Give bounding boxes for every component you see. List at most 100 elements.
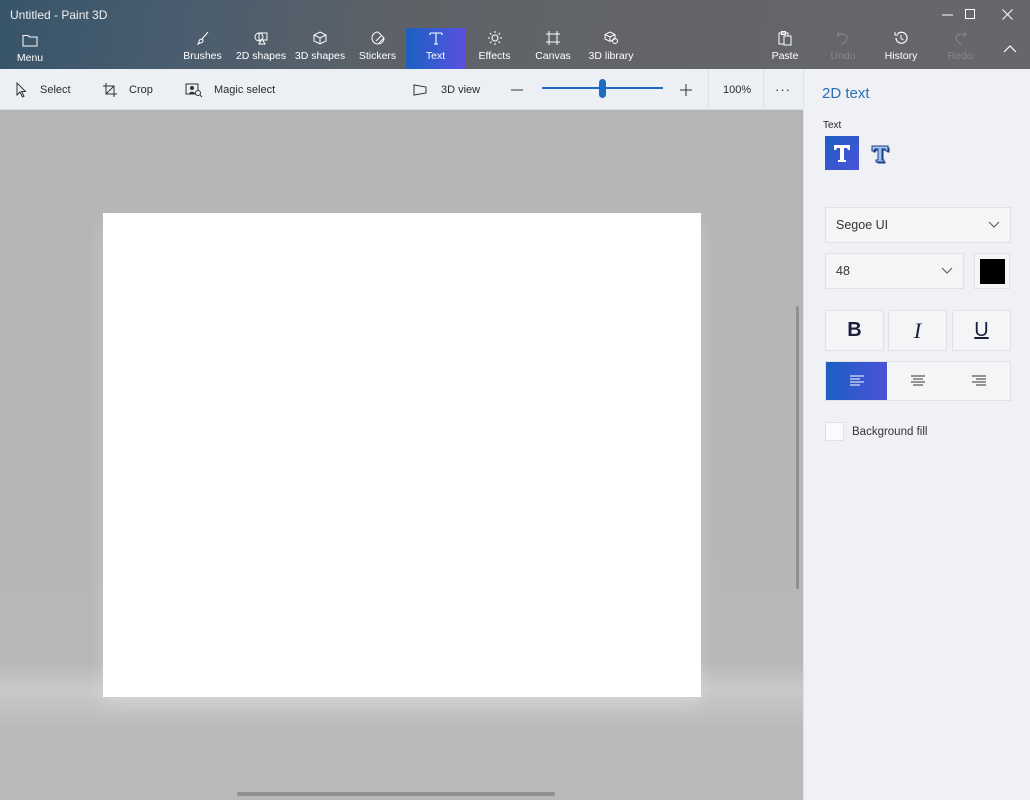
- italic-icon: I: [913, 317, 922, 343]
- tab-effects[interactable]: Effects: [472, 28, 517, 69]
- underline-icon: U: [974, 319, 989, 341]
- tab-canvas[interactable]: Canvas: [531, 28, 575, 69]
- text-section-label: Text: [823, 120, 842, 131]
- tab-3d-library-label: 3D library: [588, 50, 634, 62]
- bold-button[interactable]: B: [825, 310, 884, 351]
- 3d-text-style-button[interactable]: [863, 136, 897, 170]
- minus-icon: [511, 89, 523, 90]
- text-color-picker[interactable]: [974, 253, 1010, 289]
- plus-icon: [680, 83, 692, 96]
- folder-icon: [22, 35, 38, 47]
- history-icon: [894, 31, 908, 44]
- tab-3d-library[interactable]: 3D library: [585, 28, 637, 69]
- vertical-scrollbar[interactable]: [796, 306, 799, 589]
- collapse-ribbon-button[interactable]: [996, 28, 1024, 69]
- align-right-icon: [972, 375, 987, 386]
- align-center-icon: [910, 375, 925, 386]
- 3d-view-toggle[interactable]: 3D view: [409, 69, 480, 110]
- tab-brushes-label: Brushes: [183, 50, 222, 62]
- tab-2d-shapes-label: 2D shapes: [235, 50, 287, 62]
- maximize-icon: [964, 8, 975, 19]
- tab-3d-shapes-label: 3D shapes: [294, 50, 346, 62]
- menu-label: Menu: [16, 52, 44, 64]
- chevron-up-icon: [1003, 44, 1017, 52]
- redo-icon: [955, 31, 967, 45]
- zoom-slider-thumb[interactable]: [599, 79, 606, 98]
- zoom-in-button[interactable]: [678, 69, 694, 110]
- divider: [708, 69, 709, 110]
- background-fill-label: Background fill: [852, 425, 928, 438]
- side-panel: 2D text Text Segoe UI 48 B I U Backgroun…: [803, 69, 1030, 800]
- tab-2d-shapes[interactable]: 2D shapes: [232, 28, 290, 69]
- history-label: History: [884, 50, 918, 62]
- drawing-canvas[interactable]: [103, 213, 701, 697]
- font-size-value: 48: [836, 264, 850, 278]
- alignment-group: [825, 361, 1011, 401]
- 3d-view-icon: [413, 83, 427, 96]
- font-family-value: Segoe UI: [836, 218, 889, 232]
- zoom-level: 100%: [723, 83, 752, 96]
- more-options-button[interactable]: ···: [775, 69, 791, 110]
- redo-label: Redo: [947, 50, 973, 62]
- window-title: Untitled - Paint 3D: [10, 8, 108, 22]
- tool-strip: Select Crop Magic select 3D view 100% ··…: [0, 69, 803, 110]
- close-button[interactable]: [984, 0, 1030, 28]
- italic-button[interactable]: I: [888, 310, 947, 351]
- 3d-view-label: 3D view: [441, 83, 481, 96]
- align-right-button[interactable]: [949, 362, 1010, 400]
- select-label: Select: [40, 83, 71, 96]
- canvas-icon: [546, 31, 560, 45]
- 2d-text-style-button[interactable]: [825, 136, 859, 170]
- tab-brushes[interactable]: Brushes: [178, 28, 227, 69]
- magic-select-tool[interactable]: Magic select: [183, 69, 275, 110]
- paste-button[interactable]: Paste: [766, 28, 804, 69]
- magic-select-icon: [185, 83, 203, 97]
- redo-button[interactable]: Redo: [941, 28, 979, 69]
- tab-3d-shapes[interactable]: 3D shapes: [292, 28, 348, 69]
- divider: [763, 69, 764, 110]
- sticker-icon: [371, 31, 385, 45]
- title-and-ribbon-bar: Untitled - Paint 3D Menu Brushes 2D shap…: [0, 0, 1030, 69]
- tab-stickers-label: Stickers: [358, 50, 397, 62]
- text-3d-icon: [871, 145, 890, 164]
- bold-icon: B: [847, 319, 862, 341]
- text-icon: [428, 32, 443, 45]
- menu-button[interactable]: Menu: [8, 30, 52, 71]
- font-size-dropdown[interactable]: 48: [825, 253, 964, 289]
- text-color-fill: [979, 258, 1005, 284]
- text-2d-icon: [834, 145, 850, 162]
- undo-button[interactable]: Undo: [824, 28, 862, 69]
- underline-button[interactable]: U: [952, 310, 1011, 351]
- background-fill-checkbox[interactable]: [825, 422, 844, 441]
- zoom-out-button[interactable]: [509, 69, 525, 110]
- chevron-down-icon: [941, 267, 953, 274]
- align-left-button[interactable]: [826, 362, 888, 400]
- history-button[interactable]: History: [880, 28, 922, 69]
- chevron-down-icon: [988, 221, 1000, 228]
- cursor-icon: [16, 81, 27, 98]
- undo-icon: [836, 31, 848, 45]
- paste-icon: [778, 31, 792, 46]
- tab-canvas-label: Canvas: [535, 50, 571, 62]
- align-center-button[interactable]: [887, 362, 948, 400]
- paste-label: Paste: [771, 50, 799, 62]
- tab-text[interactable]: Text: [406, 28, 465, 69]
- align-left-icon: [849, 375, 864, 386]
- font-family-dropdown[interactable]: Segoe UI: [825, 207, 1011, 243]
- crop-label: Crop: [129, 83, 153, 96]
- cube-icon: [313, 31, 327, 45]
- brush-icon: [196, 31, 208, 46]
- background-fill-option[interactable]: Background fill: [825, 422, 927, 441]
- undo-label: Undo: [830, 50, 856, 62]
- 2d-shapes-icon: [254, 32, 268, 45]
- tab-stickers[interactable]: Stickers: [355, 28, 400, 69]
- tab-effects-label: Effects: [478, 50, 511, 62]
- 3d-library-icon: [604, 31, 618, 44]
- panel-title: 2D text: [822, 85, 870, 102]
- crop-icon: [103, 82, 117, 97]
- sun-icon: [487, 31, 502, 45]
- horizontal-scrollbar[interactable]: [237, 792, 555, 796]
- close-icon: [1001, 8, 1013, 20]
- select-tool[interactable]: Select: [10, 69, 71, 110]
- crop-tool[interactable]: Crop: [99, 69, 153, 110]
